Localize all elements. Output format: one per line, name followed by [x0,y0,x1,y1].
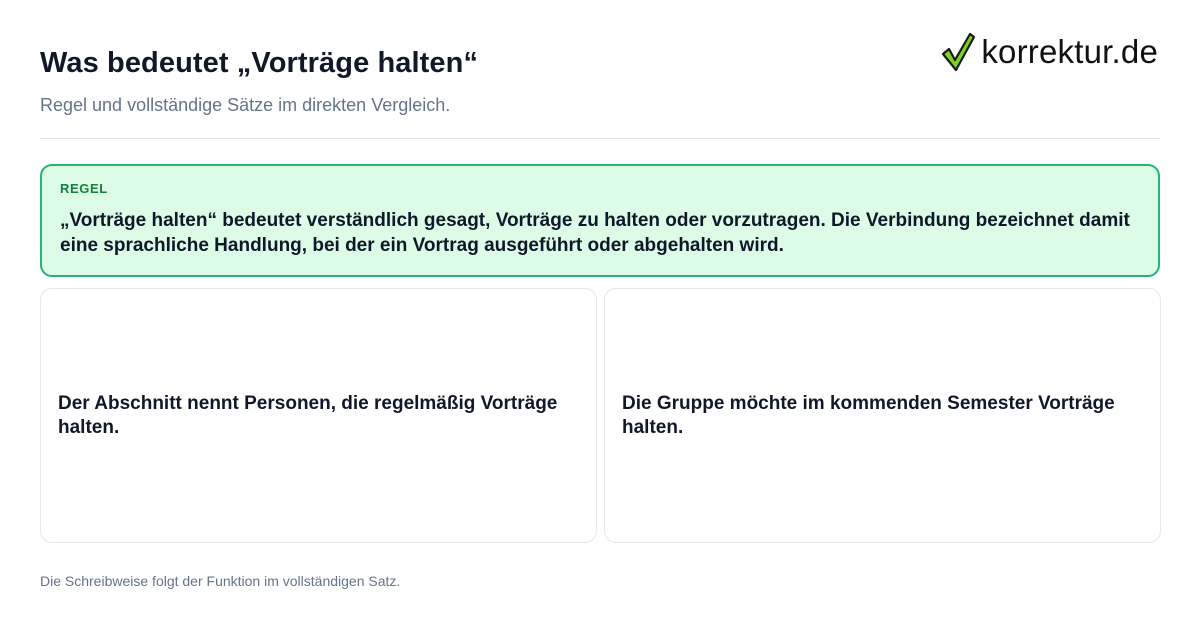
rule-text: „Vorträge halten“ bedeutet verständlich … [60,210,1130,256]
footer-note: Die Schreibweise folgt der Funktion im v… [40,573,401,589]
header-divider [40,138,1160,139]
checkmark-icon [942,32,976,72]
page-title: Was bedeutet „Vorträge halten“ [40,47,479,79]
example-card: Der Abschnitt nennt Personen, die regelm… [40,288,597,543]
page-subtitle: Regel und vollständige Sätze im direkten… [40,95,451,115]
rule-box: REGEL „Vorträge halten“ bedeutet verstän… [40,164,1160,277]
brand-logo: korrektur.de [941,30,1158,74]
example-card: Die Gruppe möchte im kommenden Semester … [604,288,1161,543]
brand-logo-text: korrektur.de [981,33,1158,70]
example-sentence: Der Abschnitt nennt Personen, die regelm… [58,392,558,438]
page-header: Was bedeutet „Vorträge halten“ Regel und… [40,44,900,116]
example-sentence: Die Gruppe möchte im kommenden Semester … [622,392,1115,438]
rule-label: REGEL [60,181,108,196]
